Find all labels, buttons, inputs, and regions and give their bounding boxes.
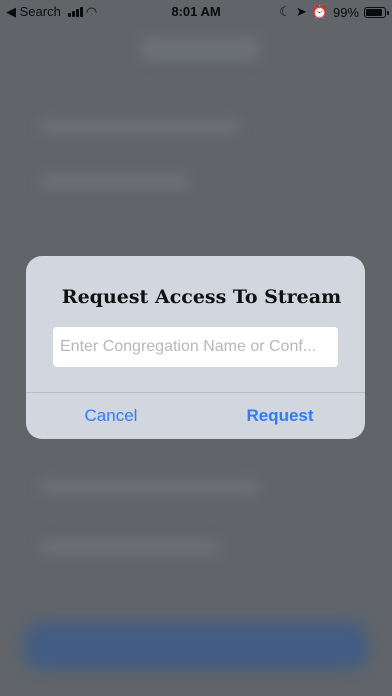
dialog-title: Request Access To Stream <box>61 286 342 308</box>
blurred-content <box>40 175 190 189</box>
status-right: ☾ ➤ ⏰ 99% <box>279 4 389 20</box>
battery-icon <box>364 6 389 18</box>
blurred-content <box>40 540 220 554</box>
blurred-content <box>40 480 260 494</box>
blurred-bottom-button <box>24 622 368 670</box>
request-button[interactable]: Request <box>195 393 365 439</box>
alarm-icon: ⏰ <box>311 4 328 19</box>
cancel-button[interactable]: Cancel <box>26 393 196 439</box>
congregation-name-input[interactable] <box>53 327 338 367</box>
do-not-disturb-icon: ☾ <box>279 4 291 19</box>
status-bar: ◀ Search ◠ 8:01 AM ☾ ➤ ⏰ 99% <box>0 0 392 22</box>
request-access-dialog: Request Access To Stream Cancel Request <box>26 256 365 439</box>
blurred-content <box>40 120 240 134</box>
blurred-header <box>140 38 260 60</box>
location-icon: ➤ <box>295 4 307 19</box>
battery-percentage: 99% <box>332 4 359 20</box>
